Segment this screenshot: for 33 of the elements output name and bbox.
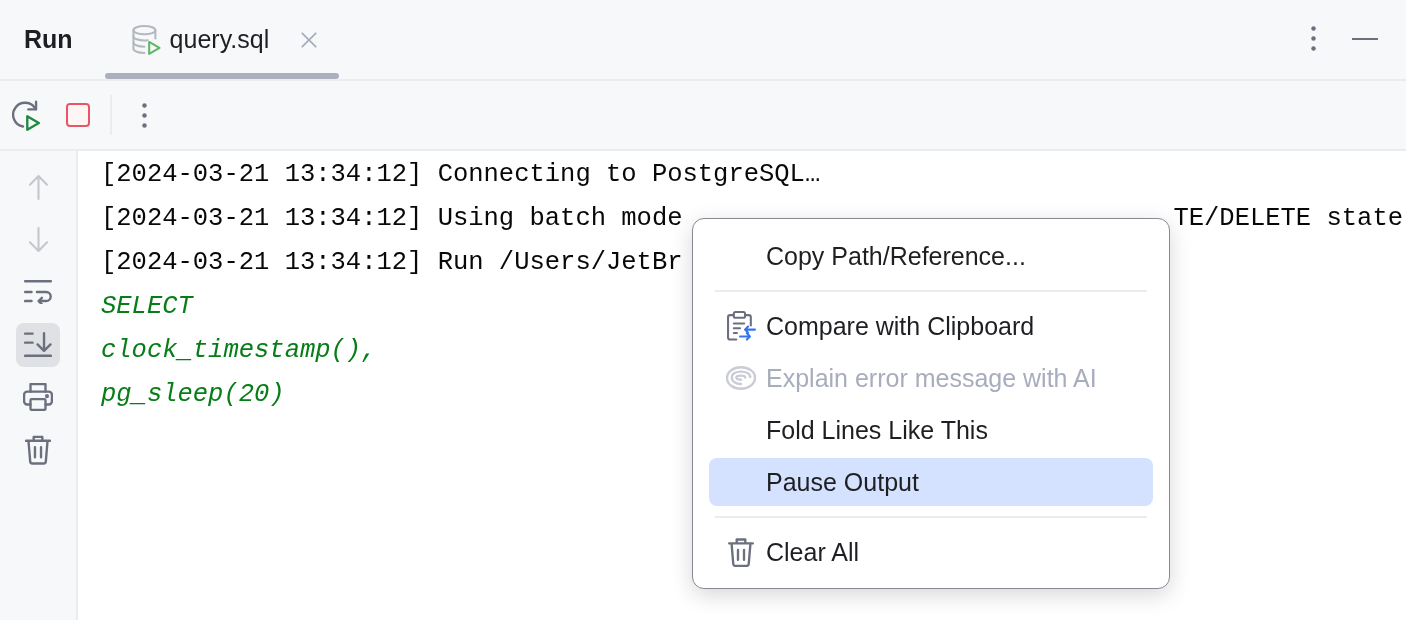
- menu-item[interactable]: Clear All: [709, 528, 1153, 576]
- scroll-to-end-icon: [24, 332, 52, 357]
- log-line: [2024-03-21 13:34:12] Using batch mode: [101, 203, 683, 235]
- spiral-icon: [726, 366, 756, 390]
- more-options-icon: [142, 102, 147, 128]
- sql-line: clock_timestamp(),: [101, 335, 377, 367]
- scroll-to-end-button[interactable]: [16, 322, 60, 367]
- more-options-button[interactable]: [142, 102, 147, 128]
- database-run-icon: [131, 24, 162, 55]
- soft-wrap-icon: [24, 280, 52, 304]
- sql-line: pg_sleep(20): [101, 379, 285, 411]
- menu-item[interactable]: Fold Lines Like This: [709, 406, 1153, 454]
- tab[interactable]: query.sql: [104, 0, 340, 79]
- log-line: [2024-03-21 13:34:12] Run /Users/JetBr: [101, 247, 683, 279]
- trash-icon: [25, 434, 51, 465]
- arrow-down-icon: [28, 227, 48, 252]
- log-line: [2024-03-21 13:34:12] Connecting to PostgreSQL…: [101, 159, 821, 191]
- panel-title: Run: [24, 25, 73, 54]
- stop-button[interactable]: [66, 103, 90, 127]
- sql-line: SELECT: [101, 291, 193, 323]
- stop-icon: [66, 103, 90, 127]
- printer-icon: [23, 383, 53, 411]
- rerun-button[interactable]: [12, 99, 40, 131]
- menu-item[interactable]: Copy Path/Reference...: [709, 232, 1153, 280]
- log-line-fragment: TE/DELETE state: [1173, 203, 1403, 235]
- arrow-up-icon: [28, 174, 48, 200]
- rerun-icon: [12, 99, 40, 131]
- trash-icon: [728, 537, 754, 567]
- clipboard-compare-icon: [726, 311, 756, 341]
- menu-item[interactable]: Pause Output: [709, 458, 1153, 506]
- menu-item[interactable]: Compare with Clipboard: [709, 302, 1153, 350]
- minimize-icon[interactable]: [1352, 37, 1378, 40]
- more-options-icon[interactable]: [1311, 26, 1316, 51]
